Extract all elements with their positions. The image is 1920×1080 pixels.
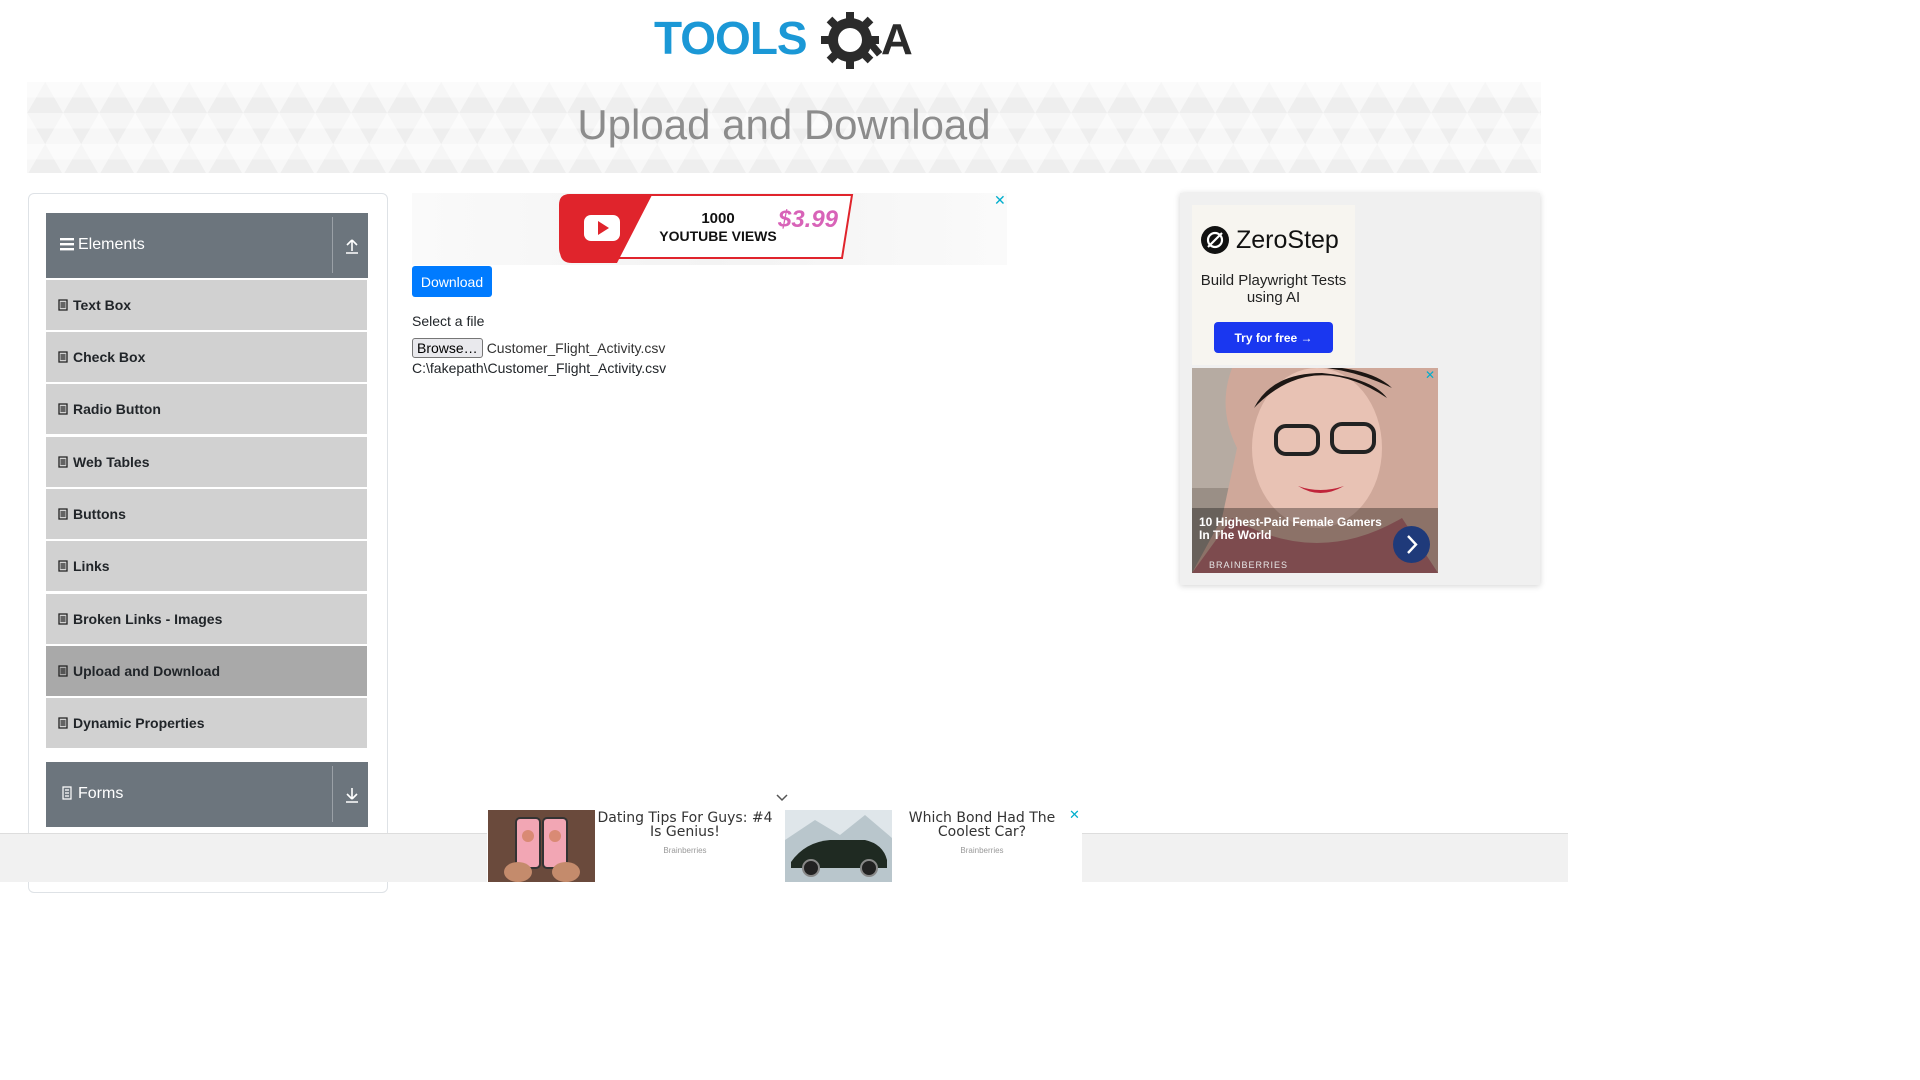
sidebar-group-label: Forms xyxy=(78,785,124,802)
select-file-label: Select a file xyxy=(412,313,485,329)
sidebar-item-links[interactable]: Links xyxy=(46,541,367,591)
file-icon xyxy=(58,560,68,572)
sidebar-item-label: Dynamic Properties xyxy=(73,715,205,731)
top-advertisement[interactable]: 1000 YOUTUBE VIEWS $3.99 xyxy=(412,193,1007,265)
file-icon xyxy=(58,717,68,729)
file-icon xyxy=(58,351,68,363)
sidebar-item-broken-links[interactable]: Broken Links - Images xyxy=(46,594,367,644)
selected-file-name: Customer_Flight_Activity.csv xyxy=(486,339,666,356)
download-button[interactable]: Download xyxy=(412,266,492,297)
sidebar-group-elements[interactable]: Elements xyxy=(46,213,368,278)
try-for-free-button[interactable]: Try for free → xyxy=(1214,322,1333,353)
ad-title[interactable]: Dating Tips For Guys: #4 Is Genius! xyxy=(595,811,775,839)
ad-headline[interactable]: 10 Highest-Paid Female Gamers In The Wor… xyxy=(1199,516,1394,542)
hamburger-icon xyxy=(60,238,74,251)
close-ad-icon[interactable]: ✕ xyxy=(1425,368,1435,382)
chevron-down-icon[interactable] xyxy=(775,793,789,803)
close-ad-icon[interactable]: ✕ xyxy=(1069,807,1080,823)
site-header: TOOLS A xyxy=(0,0,1568,80)
zerostep-logo-icon xyxy=(1201,226,1229,254)
logo-text-a: A xyxy=(881,15,913,64)
sidebar-item-check-box[interactable]: Check Box xyxy=(46,332,367,382)
uploaded-file-path: C:\fakepath\Customer_Flight_Activity.csv xyxy=(412,360,667,376)
download-arrow-icon[interactable] xyxy=(344,786,360,804)
ad-thumbnail-phones[interactable] xyxy=(488,810,595,882)
sidebar-item-label: Broken Links - Images xyxy=(73,611,223,627)
sidebar-item-dynamic-properties[interactable]: Dynamic Properties xyxy=(46,698,367,748)
toolsqa-logo[interactable]: TOOLS A xyxy=(652,12,920,74)
car-image xyxy=(785,810,892,882)
logo-text-tools: TOOLS xyxy=(654,12,807,64)
divider xyxy=(332,217,333,273)
ad-source: BRAINBERRIES xyxy=(1209,560,1289,570)
sidebar-item-label: Text Box xyxy=(73,297,132,313)
upload-arrow-icon[interactable] xyxy=(344,237,360,255)
document-icon xyxy=(62,786,72,800)
ad-source: Brainberries xyxy=(960,846,1004,855)
close-ad-icon[interactable]: ✕ xyxy=(994,192,1006,209)
sidebar-item-web-tables[interactable]: Web Tables xyxy=(46,437,367,487)
divider xyxy=(332,766,333,822)
zerostep-logo: ZeroStep xyxy=(1200,225,1339,255)
sidebar-item-label: Radio Button xyxy=(73,401,161,417)
next-arrow-button[interactable] xyxy=(1393,526,1430,563)
sidebar-item-label: Links xyxy=(73,558,110,574)
sidebar-item-label: Buttons xyxy=(73,506,126,522)
ad-source: Brainberries xyxy=(663,846,707,855)
sidebar-item-label: Web Tables xyxy=(73,454,150,470)
ad-price: $3.99 xyxy=(777,206,839,233)
sidebar-item-buttons[interactable]: Buttons xyxy=(46,489,367,539)
file-icon xyxy=(58,613,68,625)
ad-line-2: YOUTUBE VIEWS xyxy=(659,228,776,244)
upload-file-input[interactable]: Browse… Customer_Flight_Activity.csv xyxy=(412,337,665,358)
file-icon xyxy=(58,403,68,415)
browse-button[interactable]: Browse… xyxy=(412,337,483,358)
sidebar-group-label: Elements xyxy=(78,236,145,253)
sidebar-item-upload-download[interactable]: Upload and Download xyxy=(46,646,367,696)
sidebar-item-label: Check Box xyxy=(73,349,146,365)
ad-title[interactable]: Which Bond Had The Coolest Car? xyxy=(892,811,1072,839)
sidebar-item-label: Upload and Download xyxy=(73,663,220,679)
page-title: Upload and Download xyxy=(577,101,991,148)
zerostep-tagline: Build Playwright Tests using AI xyxy=(1200,272,1347,306)
ad-line-1: 1000 xyxy=(701,210,734,227)
sidebar-group-forms[interactable]: Forms xyxy=(46,762,368,827)
youtube-views-ad-image: 1000 YOUTUBE VIEWS $3.99 xyxy=(559,194,854,263)
sidebar: Elements Text Box Check Box Radio Button… xyxy=(28,193,388,893)
file-icon xyxy=(58,508,68,520)
ad-thumbnail-car[interactable] xyxy=(785,810,892,882)
file-icon xyxy=(58,456,68,468)
file-icon xyxy=(58,299,68,311)
file-icon xyxy=(58,665,68,677)
zerostep-name: ZeroStep xyxy=(1236,225,1339,254)
sidebar-item-text-box[interactable]: Text Box xyxy=(46,280,367,330)
chevron-right-icon xyxy=(1407,535,1418,554)
gear-magnifier-icon xyxy=(821,12,883,69)
sidebar-item-radio-button[interactable]: Radio Button xyxy=(46,384,367,434)
phones-image xyxy=(488,810,595,882)
